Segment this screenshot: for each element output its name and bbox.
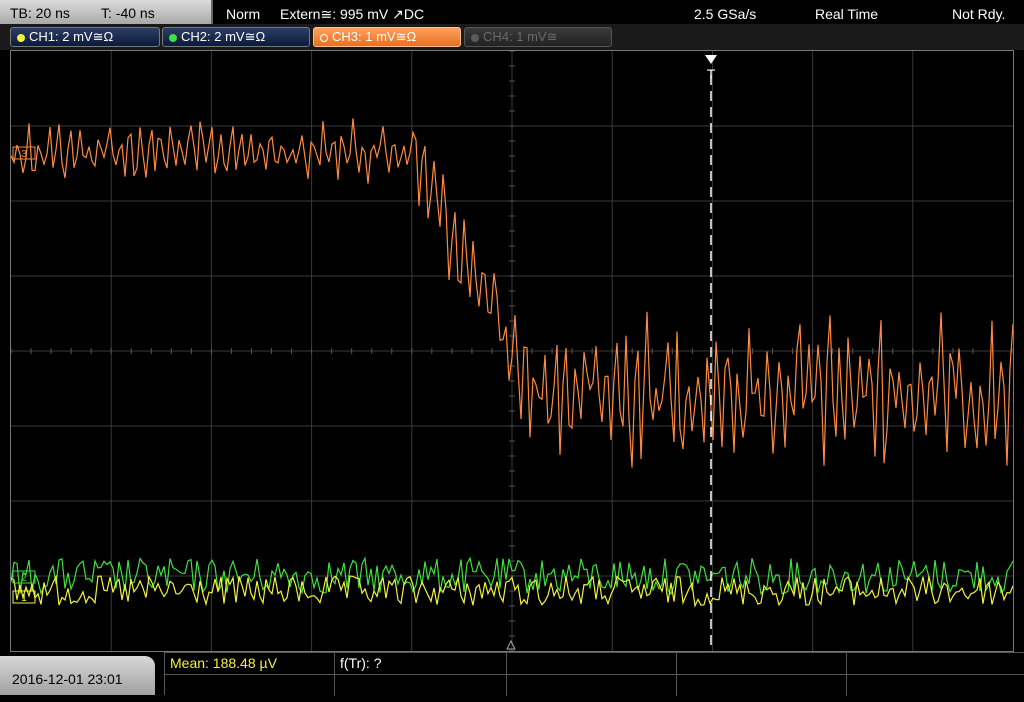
- datetime-label: 2016-12-01 23:01: [12, 671, 123, 687]
- measurement-bar: 2016-12-01 23:01 Mean: 188.48 µV f(Tr): …: [0, 652, 1024, 696]
- channel-3-label: CH3: 1 mV≅Ω: [332, 29, 417, 44]
- timebase-label: TB: 20 ns: [10, 5, 70, 21]
- mean-measurement: Mean: 188.48 µV: [170, 655, 277, 671]
- ch4-indicator-icon: [471, 33, 479, 42]
- waveform-display[interactable]: T 3 2 1: [10, 50, 1014, 652]
- trigger-marker-label: T: [707, 66, 716, 82]
- ch1-marker-label: 1: [21, 593, 27, 604]
- ch2-indicator-icon: [169, 33, 177, 42]
- ch3-marker-label: 3: [21, 149, 27, 160]
- channel-4-button[interactable]: CH4: 1 mV≅: [464, 27, 612, 47]
- acquisition-status: Not Rdy.: [952, 6, 1006, 22]
- datetime-box: 2016-12-01 23:01: [0, 656, 155, 695]
- waveform-canvas: T 3 2 1: [11, 51, 1013, 651]
- trigger-frequency-measurement: f(Tr): ?: [340, 655, 382, 671]
- ch1-indicator-icon: [17, 33, 25, 42]
- trigger-mode[interactable]: Norm: [226, 3, 260, 25]
- channel-3-button[interactable]: CH3: 1 mV≅Ω: [313, 27, 461, 47]
- status-bar: TB: 20 ns T: -40 ns Norm Extern≅: 995 mV…: [0, 0, 1024, 24]
- sample-rate: 2.5 GSa/s: [694, 6, 757, 22]
- trigger-time-label: T: -40 ns: [101, 5, 155, 21]
- channel-bar: CH1: 2 mV≅Ω CH2: 2 mV≅Ω CH3: 1 mV≅Ω CH4:…: [0, 24, 1024, 50]
- time-reference-icon: [506, 639, 516, 650]
- trigger-arrow-icon[interactable]: [705, 55, 717, 64]
- ch3-indicator-icon: [320, 33, 328, 42]
- ch2-marker-label: 2: [21, 573, 27, 584]
- measurement-table[interactable]: Mean: 188.48 µV f(Tr): ?: [164, 652, 1024, 696]
- channel-1-label: CH1: 2 mV≅Ω: [29, 29, 114, 44]
- channel-2-button[interactable]: CH2: 2 mV≅Ω: [162, 27, 310, 47]
- acquisition-mode: Real Time: [815, 6, 879, 22]
- channel-4-label: CH4: 1 mV≅: [483, 29, 558, 44]
- channel-1-button[interactable]: CH1: 2 mV≅Ω: [10, 27, 160, 47]
- channel-2-label: CH2: 2 mV≅Ω: [181, 29, 266, 44]
- timebase-box[interactable]: TB: 20 ns T: -40 ns: [0, 0, 213, 24]
- trigger-source[interactable]: Extern≅: 995 mV ↗DC: [280, 3, 424, 25]
